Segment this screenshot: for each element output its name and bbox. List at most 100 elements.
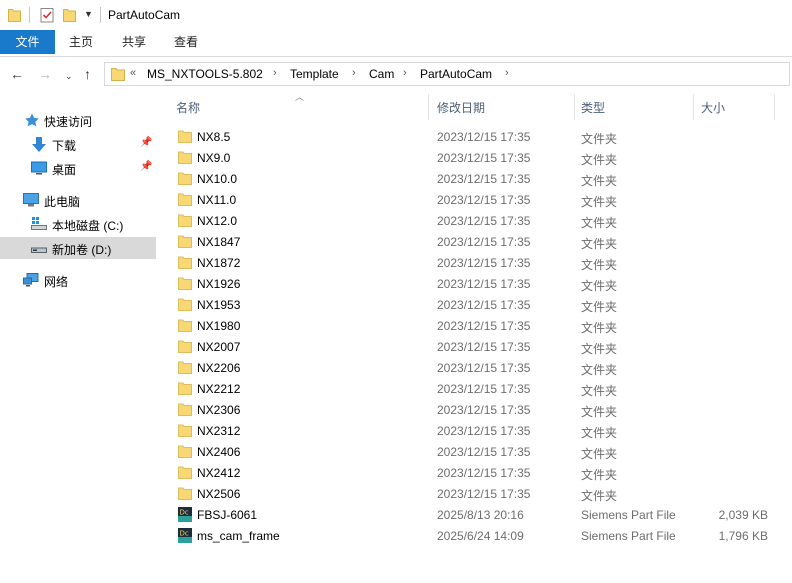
file-row[interactable]: NX1847 2023/12/15 17:35 文件夹 <box>160 231 792 252</box>
file-row[interactable]: NX9.0 2023/12/15 17:35 文件夹 <box>160 147 792 168</box>
breadcrumb-item[interactable]: Cam <box>369 67 394 81</box>
folder-icon <box>178 382 192 395</box>
file-row[interactable]: NX11.0 2023/12/15 17:35 文件夹 <box>160 189 792 210</box>
breadcrumb-item[interactable]: Template <box>290 67 339 81</box>
ribbon-tabs: 文件 主页 共享 查看 <box>0 30 792 57</box>
recent-locations-chevron-icon[interactable]: ⌄ <box>65 69 73 83</box>
file-type: Siemens Part File <box>581 508 676 522</box>
column-header-name[interactable]: 名称 <box>160 90 428 122</box>
folder-icon <box>178 193 192 206</box>
pin-icon[interactable]: 📌 <box>140 161 152 172</box>
file-row[interactable]: NX2007 2023/12/15 17:35 文件夹 <box>160 336 792 357</box>
file-row[interactable]: NX1872 2023/12/15 17:35 文件夹 <box>160 252 792 273</box>
tab-file[interactable]: 文件 <box>0 30 55 54</box>
file-row[interactable]: NX2212 2023/12/15 17:35 文件夹 <box>160 378 792 399</box>
column-header-label: 类型 <box>581 101 606 115</box>
breadcrumb-overflow[interactable]: « <box>130 67 136 79</box>
nav-label: 新加卷 (D:) <box>52 243 112 257</box>
file-type: 文件夹 <box>581 237 618 251</box>
customize-toolbar-dropdown-icon[interactable]: ▼ <box>84 9 93 19</box>
file-row[interactable]: Dc ms_cam_frame 2025/6/24 14:09 Siemens Par… <box>160 525 792 546</box>
file-type: 文件夹 <box>581 468 618 482</box>
file-name: NX1926 <box>197 277 241 291</box>
file-type: 文件夹 <box>581 174 618 188</box>
file-date: 2025/6/24 14:09 <box>437 529 524 543</box>
up-arrow-icon[interactable]: ↑ <box>84 67 91 81</box>
nav-label: 本地磁盘 (C:) <box>52 219 124 233</box>
file-row[interactable]: NX2412 2023/12/15 17:35 文件夹 <box>160 462 792 483</box>
nav-item-quick-access[interactable]: 快速访问 <box>0 109 156 131</box>
nav-item-network[interactable]: 网络 <box>0 269 156 291</box>
breadcrumb-separator-icon[interactable]: › <box>403 67 407 79</box>
column-header-size[interactable]: 大小 <box>694 90 774 122</box>
file-date: 2023/12/15 17:35 <box>437 214 531 228</box>
column-header-type[interactable]: 类型 <box>575 90 693 122</box>
file-row[interactable]: NX1953 2023/12/15 17:35 文件夹 <box>160 294 792 315</box>
file-name: NX2007 <box>197 340 241 354</box>
file-row[interactable]: NX2506 2023/12/15 17:35 文件夹 <box>160 483 792 504</box>
file-type: 文件夹 <box>581 216 618 230</box>
folder-icon <box>178 214 192 227</box>
folder-icon <box>178 130 192 143</box>
column-divider[interactable] <box>774 94 775 120</box>
file-row[interactable]: NX10.0 2023/12/15 17:35 文件夹 <box>160 168 792 189</box>
file-name: NX1847 <box>197 235 241 249</box>
computer-icon <box>23 193 39 207</box>
breadcrumb-item[interactable]: MS_NXTOOLS-5.802 <box>147 67 263 81</box>
breadcrumb-separator-icon[interactable]: › <box>352 67 356 79</box>
nav-label: 桌面 <box>52 163 77 177</box>
file-row[interactable]: NX8.5 2023/12/15 17:35 文件夹 <box>160 126 792 147</box>
file-type: 文件夹 <box>581 489 618 503</box>
file-date: 2023/12/15 17:35 <box>437 382 531 396</box>
nx-part-file-icon: Dc <box>178 507 192 522</box>
nav-item-new-volume[interactable]: 新加卷 (D:) <box>0 237 156 259</box>
file-type: 文件夹 <box>581 258 618 272</box>
file-date: 2023/12/15 17:35 <box>437 130 531 144</box>
file-type: 文件夹 <box>581 426 618 440</box>
breadcrumb-separator-icon[interactable]: › <box>505 67 509 79</box>
breadcrumb-separator-icon[interactable]: › <box>273 67 277 79</box>
file-date: 2023/12/15 17:35 <box>437 340 531 354</box>
nav-item-desktop[interactable]: 桌面 📌 <box>0 157 156 179</box>
folder-icon <box>178 466 192 479</box>
file-row[interactable]: NX2312 2023/12/15 17:35 文件夹 <box>160 420 792 441</box>
pin-icon[interactable]: 📌 <box>140 137 152 148</box>
column-header-label: 大小 <box>701 101 726 115</box>
file-row[interactable]: NX2306 2023/12/15 17:35 文件夹 <box>160 399 792 420</box>
address-bar[interactable]: « MS_NXTOOLS-5.802 › Template › Cam › Pa… <box>104 62 790 86</box>
file-date: 2023/12/15 17:35 <box>437 487 531 501</box>
nav-label: 下载 <box>52 139 77 153</box>
drive-icon <box>31 241 47 255</box>
column-header-date[interactable]: 修改日期 <box>429 90 574 122</box>
tab-view[interactable]: 查看 <box>163 30 209 54</box>
file-name: NX2406 <box>197 445 241 459</box>
forward-arrow-icon[interactable]: → <box>38 67 52 81</box>
tab-share[interactable]: 共享 <box>111 30 157 54</box>
new-folder-icon[interactable] <box>63 8 76 22</box>
back-arrow-icon[interactable]: ← <box>10 67 24 81</box>
folder-icon <box>178 277 192 290</box>
file-row[interactable]: Dc FBSJ-6061 2025/8/13 20:16 Siemens Part F… <box>160 504 792 525</box>
file-name: NX2312 <box>197 424 241 438</box>
folder-icon <box>178 151 192 164</box>
tab-home[interactable]: 主页 <box>58 30 104 54</box>
address-row: ← → ⌄ ↑ « MS_NXTOOLS-5.802 › Template › … <box>0 57 792 90</box>
nav-item-local-disk[interactable]: 本地磁盘 (C:) <box>0 213 156 235</box>
file-row[interactable]: NX2406 2023/12/15 17:35 文件夹 <box>160 441 792 462</box>
file-name: NX1872 <box>197 256 241 270</box>
folder-icon <box>178 235 192 248</box>
nav-item-downloads[interactable]: 下载 📌 <box>0 133 156 155</box>
folder-icon <box>178 424 192 437</box>
file-row[interactable]: NX1926 2023/12/15 17:35 文件夹 <box>160 273 792 294</box>
file-type: 文件夹 <box>581 279 618 293</box>
file-row[interactable]: NX12.0 2023/12/15 17:35 文件夹 <box>160 210 792 231</box>
file-date: 2023/12/15 17:35 <box>437 319 531 333</box>
folder-icon[interactable] <box>8 8 21 22</box>
properties-icon[interactable] <box>40 7 54 23</box>
download-arrow-icon <box>31 137 47 152</box>
file-row[interactable]: NX2206 2023/12/15 17:35 文件夹 <box>160 357 792 378</box>
file-row[interactable]: NX1980 2023/12/15 17:35 文件夹 <box>160 315 792 336</box>
file-date: 2025/8/13 20:16 <box>437 508 524 522</box>
breadcrumb-item[interactable]: PartAutoCam <box>420 67 492 81</box>
nav-item-this-pc[interactable]: 此电脑 <box>0 189 156 211</box>
